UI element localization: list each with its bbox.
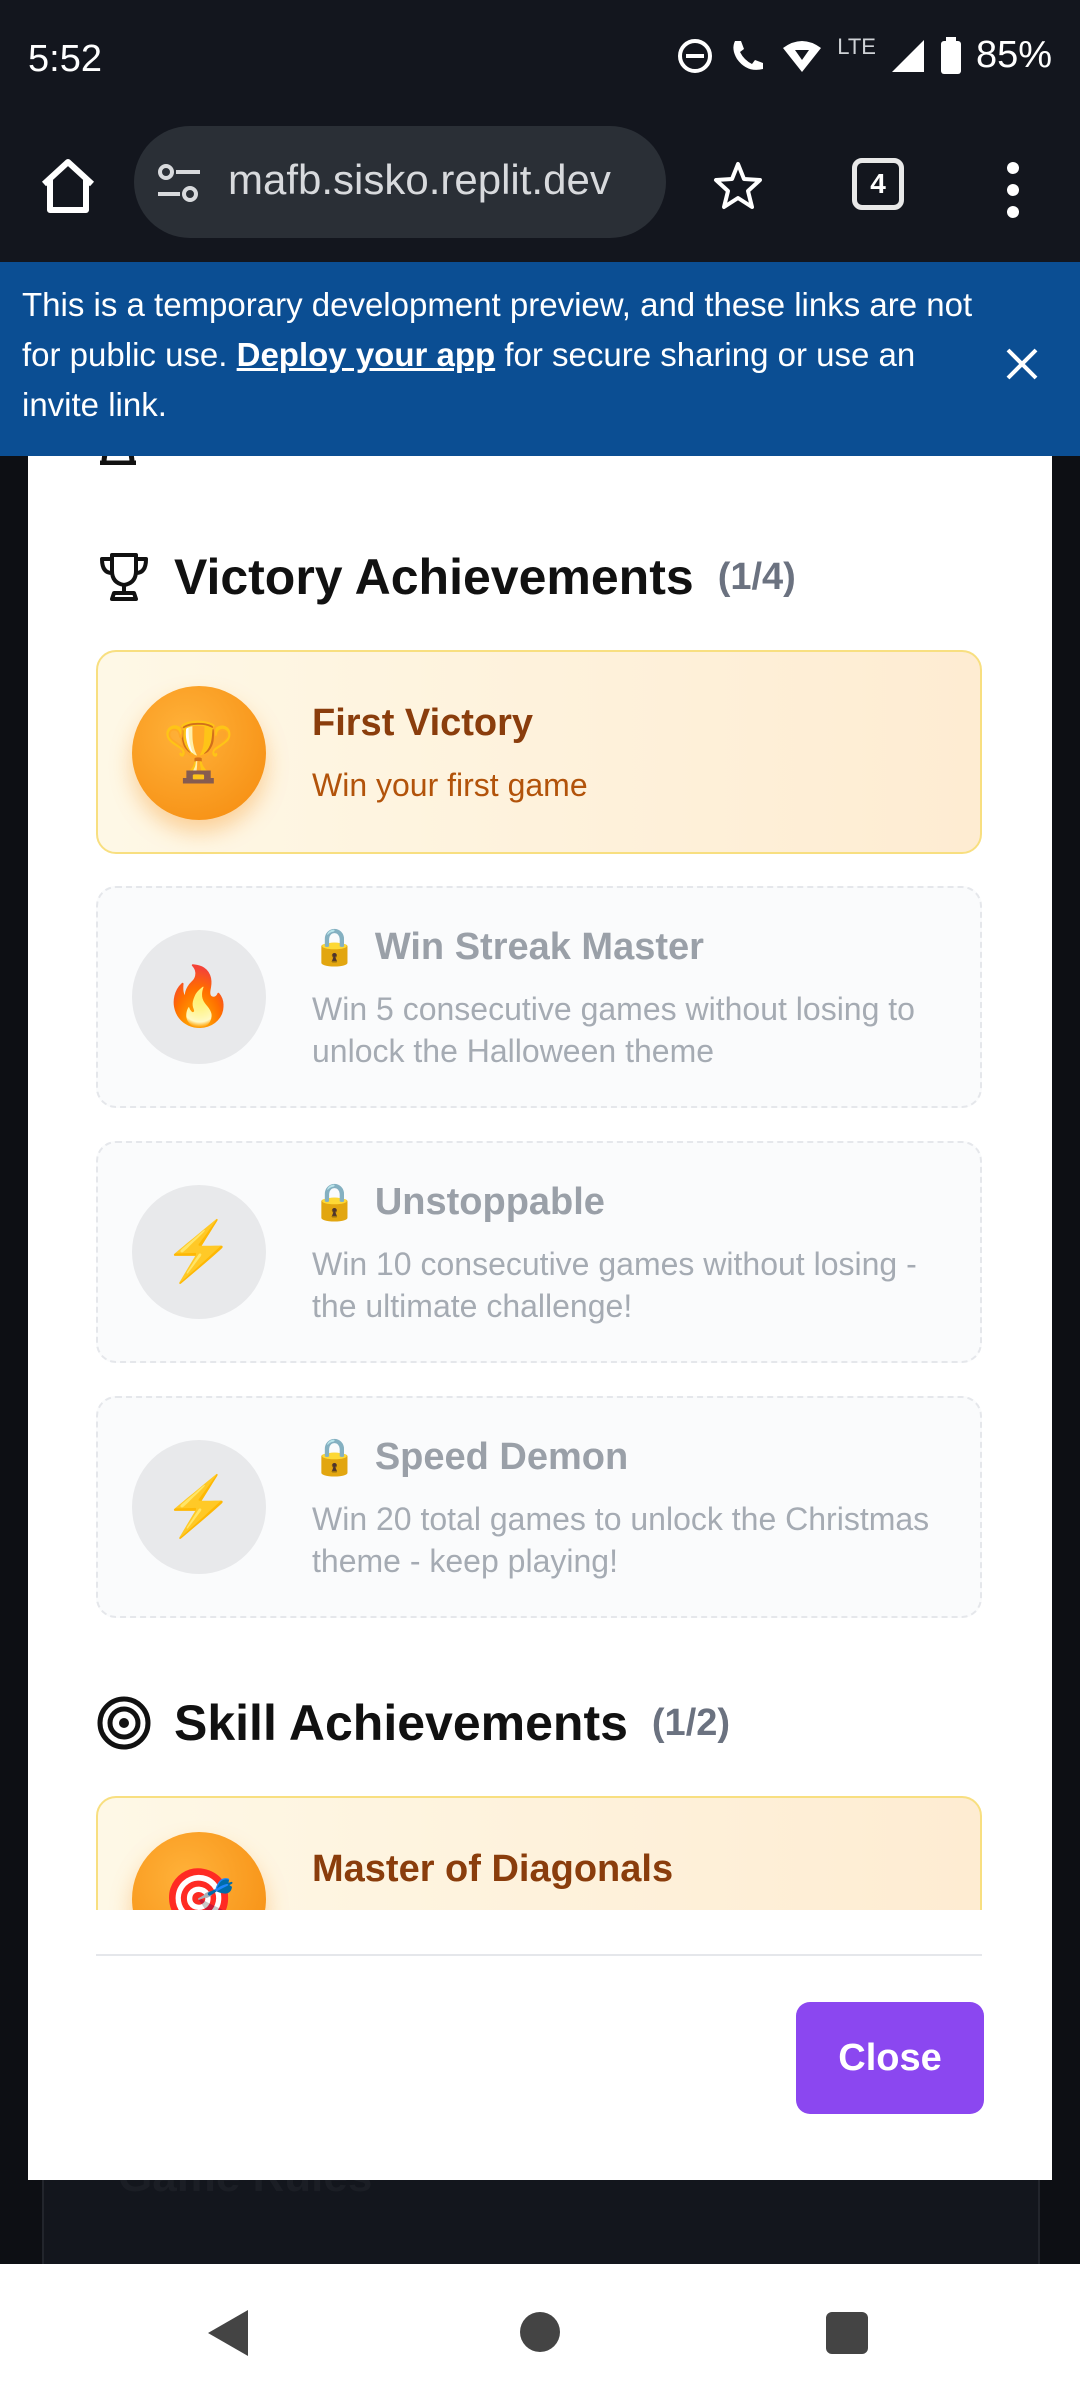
skill-section-count: (1/2) — [651, 1701, 731, 1744]
achievement-card-win-streak-master: 🔥 🔒 Win Streak Master Win 5 consecutive g… — [96, 886, 982, 1108]
dev-preview-banner: This is a temporary development preview,… — [0, 262, 1080, 456]
skill-section-header: Skill Achievements (1/2) — [96, 1694, 730, 1752]
do-not-disturb-icon — [678, 38, 713, 73]
skill-section-title: Skill Achievements — [174, 1695, 628, 1751]
achievement-title: First Victory — [312, 702, 534, 744]
battery-icon — [940, 36, 961, 74]
victory-section-header: Victory Achievements (1/4) — [96, 548, 796, 606]
victory-section-title: Victory Achievements — [174, 549, 694, 605]
dart-badge-icon: 🎯 — [132, 1832, 266, 1910]
status-time: 5:52 — [28, 38, 102, 80]
achievements-heading-text: Your Achievements — [168, 456, 611, 467]
site-settings-icon[interactable] — [156, 160, 202, 206]
victory-section-count: (1/4) — [717, 555, 796, 598]
wifi-icon — [783, 40, 822, 72]
battery-level: 85% — [975, 34, 1052, 76]
browser-toolbar: mafb.sisko.replit.dev 4 — [0, 124, 1080, 262]
fire-badge-icon: 🔥 — [132, 930, 266, 1064]
tab-switcher-button[interactable]: 4 — [852, 158, 904, 210]
banner-text: This is a temporary development preview,… — [22, 280, 982, 430]
lock-icon: 🔒 — [312, 1181, 357, 1222]
achievements-modal: Your Achievements Victory Achievements (… — [28, 456, 1052, 2180]
bookmark-star-icon[interactable] — [712, 160, 764, 212]
network-type: LTE — [837, 33, 876, 59]
lock-icon: 🔒 — [312, 926, 357, 967]
status-icons: LTE 85% — [677, 34, 1052, 77]
hourglass-icon — [100, 456, 136, 465]
achievements-heading: Your Achievements — [96, 456, 611, 467]
lightning-badge-icon: ⚡ — [132, 1185, 266, 1319]
achievement-title: Master of Diagonals — [312, 1848, 674, 1890]
status-bar: 5:52 LTE 85% — [0, 0, 1080, 124]
wifi-call-icon — [733, 40, 764, 70]
home-nav-icon[interactable] — [520, 2312, 560, 2352]
achievements-scroll-area[interactable]: Your Achievements Victory Achievements (… — [28, 456, 1052, 1910]
signal-icon — [891, 39, 924, 72]
deploy-app-link[interactable]: Deploy your app — [237, 336, 496, 373]
recents-icon[interactable] — [826, 2312, 868, 2354]
lock-icon: 🔒 — [312, 1436, 357, 1477]
achievement-title: Speed Demon — [374, 1436, 629, 1478]
achievement-card-speed-demon: ⚡ 🔒 Speed Demon Win 20 total games to unl… — [96, 1396, 982, 1618]
achievement-description: Win your first game — [312, 767, 588, 803]
lightning-badge-icon: ⚡ — [132, 1440, 266, 1574]
more-menu-icon[interactable] — [996, 160, 1030, 220]
trophy-badge-icon: 🏆 — [132, 686, 266, 820]
close-banner-icon[interactable] — [1000, 342, 1044, 386]
achievement-title: Win Streak Master — [374, 926, 704, 968]
achievement-card-first-victory: 🏆 First Victory Win your first game — [96, 650, 982, 854]
achievement-card-unstoppable: ⚡ 🔒 Unstoppable Win 10 consecutive games … — [96, 1141, 982, 1363]
achievement-title-row: 🔒 Win Streak Master — [312, 926, 704, 969]
achievement-title-row: 🔒 Unstoppable — [312, 1181, 605, 1224]
back-icon[interactable] — [206, 2308, 250, 2358]
home-icon[interactable] — [36, 154, 100, 218]
trophy-icon — [100, 553, 148, 601]
achievement-description: Win 5 consecutive games without losing t… — [312, 991, 915, 1069]
achievement-card-master-of-diagonals: 🎯 Master of Diagonals — [96, 1796, 982, 1910]
url-bar[interactable]: mafb.sisko.replit.dev — [134, 126, 666, 238]
modal-divider — [96, 1954, 982, 1956]
target-icon — [97, 1696, 151, 1750]
achievement-title-row: 🔒 Speed Demon — [312, 1436, 628, 1479]
achievement-title: Unstoppable — [374, 1181, 605, 1223]
achievement-description: Win 10 consecutive games without losing … — [312, 1246, 917, 1324]
system-nav-bar — [0, 2264, 1080, 2400]
url-text: mafb.sisko.replit.dev — [228, 156, 611, 203]
close-button[interactable]: Close — [796, 2002, 984, 2114]
achievement-description: Win 20 total games to unlock the Christm… — [312, 1501, 930, 1579]
